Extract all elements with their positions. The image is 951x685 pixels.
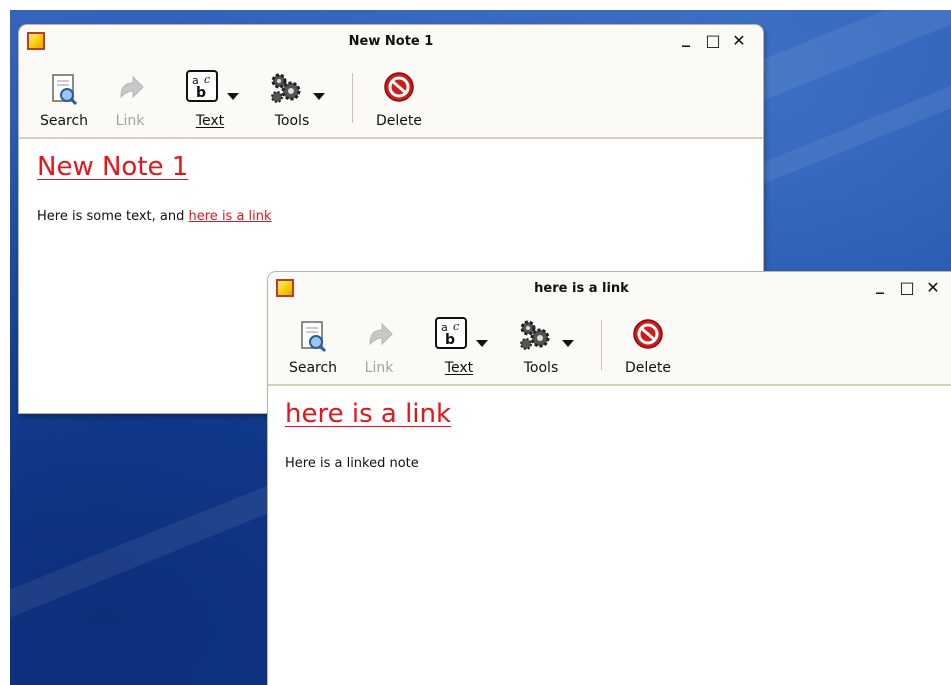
close-button[interactable]: ✕ [923, 278, 943, 298]
delete-label: Delete [376, 113, 422, 129]
maximize-button[interactable]: □ [703, 31, 723, 51]
link-label: Link [364, 360, 394, 376]
tools-menu-button[interactable]: Tools [259, 69, 329, 129]
link-arrow-icon [354, 316, 404, 354]
text-format-icon: a c b [175, 69, 245, 107]
chevron-down-icon [313, 93, 325, 100]
minimize-button[interactable]: _ [676, 28, 696, 48]
chevron-down-icon [227, 93, 239, 100]
delete-button[interactable]: Delete [366, 69, 432, 129]
window-title: New Note 1 [348, 34, 434, 49]
note-link[interactable]: here is a link [189, 209, 272, 224]
note-body[interactable]: Here is some text, and here is a link [37, 209, 272, 224]
chevron-down-icon [476, 340, 488, 347]
delete-label: Delete [625, 360, 671, 376]
text-menu-button[interactable]: a c b Text [424, 316, 494, 376]
title-bar[interactable]: here is a link _ □ ✕ [268, 272, 951, 306]
close-button[interactable]: ✕ [729, 31, 749, 51]
title-bar[interactable]: New Note 1 _ □ ✕ [19, 25, 763, 59]
tools-label: Tools [274, 113, 310, 129]
maximize-button[interactable]: □ [897, 278, 917, 298]
toolbar: Search Link a c b Text Tools Delete [268, 306, 951, 386]
svg-text:b: b [445, 332, 455, 348]
window-title: here is a link [534, 281, 629, 296]
delete-icon [615, 316, 681, 354]
note-window-here-is-a-link[interactable]: here is a link _ □ ✕ Search Link a c b T… [268, 272, 951, 685]
search-button[interactable]: Search [31, 69, 97, 129]
search-label: Search [288, 360, 338, 376]
link-arrow-icon [105, 69, 155, 107]
note-body-text: Here is a linked note [285, 456, 419, 471]
delete-button[interactable]: Delete [615, 316, 681, 376]
note-title[interactable]: New Note 1 [37, 152, 188, 182]
text-format-icon: a c b [424, 316, 494, 354]
toolbar-separator [352, 73, 353, 123]
search-label: Search [39, 113, 89, 129]
minimize-button[interactable]: _ [870, 275, 890, 295]
text-label: Text [444, 360, 474, 376]
toolbar-separator [601, 320, 602, 370]
gears-icon [508, 316, 578, 354]
link-button[interactable]: Link [105, 69, 155, 129]
text-label: Text [195, 113, 225, 129]
chevron-down-icon [562, 340, 574, 347]
tools-label: Tools [523, 360, 559, 376]
note-body-text: Here is some text, and [37, 209, 189, 224]
note-body[interactable]: Here is a linked note [285, 456, 419, 471]
link-button[interactable]: Link [354, 316, 404, 376]
svg-text:b: b [196, 85, 206, 101]
search-icon [280, 316, 346, 354]
delete-icon [366, 69, 432, 107]
toolbar: Search Link a c b Text Tools Delete [19, 59, 763, 139]
link-label: Link [115, 113, 145, 129]
note-title[interactable]: here is a link [285, 399, 451, 429]
text-menu-button[interactable]: a c b Text [175, 69, 245, 129]
tools-menu-button[interactable]: Tools [508, 316, 578, 376]
search-icon [31, 69, 97, 107]
search-button[interactable]: Search [280, 316, 346, 376]
gears-icon [259, 69, 329, 107]
